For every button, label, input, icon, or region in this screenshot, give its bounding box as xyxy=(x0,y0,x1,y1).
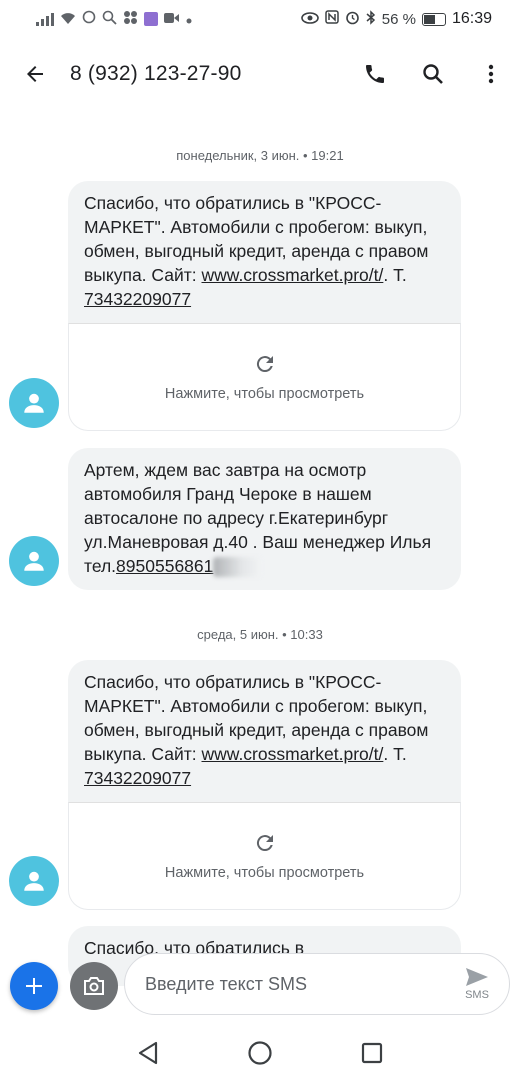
message-bubble[interactable]: Спасибо, что обратились в "КРОСС-МАРКЕТ"… xyxy=(68,181,461,431)
message-text: Спасибо, что обратились в "КРОСС-МАРКЕТ"… xyxy=(68,181,461,323)
apps-notification-icon xyxy=(123,10,138,29)
battery-percent: 56 % xyxy=(381,10,416,28)
more-vert-icon xyxy=(488,64,494,84)
nav-back-button[interactable] xyxy=(131,1036,165,1070)
status-bar: 56 % 16:39 xyxy=(0,0,520,38)
send-label: SMS xyxy=(465,989,489,1001)
add-attachment-button[interactable] xyxy=(10,962,58,1010)
send-sms-button[interactable]: SMS xyxy=(445,954,509,1014)
message-phone-link[interactable]: 8950556861 xyxy=(116,556,213,576)
call-button[interactable] xyxy=(346,38,404,110)
refresh-icon xyxy=(256,356,273,373)
navigation-bar xyxy=(0,1025,520,1080)
bluetooth-icon xyxy=(366,9,376,29)
sms-text-input[interactable] xyxy=(145,973,445,995)
redacted-blur xyxy=(213,557,262,578)
camera-icon xyxy=(84,977,104,995)
nav-recents-button[interactable] xyxy=(355,1036,389,1070)
clock: 16:39 xyxy=(451,10,492,27)
compose-box: SMS xyxy=(124,953,510,1015)
app-notification-icon xyxy=(144,12,158,26)
person-icon xyxy=(24,871,44,891)
phone-icon xyxy=(366,65,384,83)
wifi-icon xyxy=(60,11,76,27)
status-bar-left xyxy=(36,10,192,29)
eye-icon xyxy=(300,11,319,28)
search-notification-icon xyxy=(102,10,117,29)
date-stamp: среда, 5 июн. • 10:33 xyxy=(197,627,323,642)
message-phone-link[interactable]: 73432209077 xyxy=(84,289,191,309)
preview-label: Нажмите, чтобы просмотреть xyxy=(164,386,365,402)
message-text: Артем, ждем вас завтра на осмотр автомоб… xyxy=(68,448,461,590)
refresh-icon xyxy=(256,835,273,852)
message-phone-link[interactable]: 73432209077 xyxy=(84,768,191,788)
message-body-mid: . Т. xyxy=(383,265,407,285)
back-button[interactable] xyxy=(0,38,70,110)
avatar[interactable] xyxy=(9,536,59,586)
message-link[interactable]: www.crossmarket.pro/t/ xyxy=(202,744,384,764)
send-icon xyxy=(466,968,488,986)
alarm-icon xyxy=(345,10,360,29)
search-button[interactable] xyxy=(404,38,462,110)
avatar[interactable] xyxy=(9,378,59,428)
square-recents-icon xyxy=(361,1042,383,1063)
circle-home-icon xyxy=(248,1040,272,1065)
link-preview[interactable]: Нажмите, чтобы просмотреть xyxy=(68,323,461,431)
link-preview[interactable]: Нажмите, чтобы просмотреть xyxy=(68,802,461,910)
circle-icon xyxy=(82,10,96,28)
dot-icon xyxy=(186,11,192,28)
status-bar-right: 56 % 16:39 xyxy=(300,9,492,29)
battery-icon xyxy=(421,12,446,26)
person-icon xyxy=(24,393,44,413)
message-bubble[interactable]: Артем, ждем вас завтра на осмотр автомоб… xyxy=(68,448,461,590)
avatar[interactable] xyxy=(9,856,59,906)
preview-label: Нажмите, чтобы просмотреть xyxy=(164,865,365,881)
message-body-mid: . Т. xyxy=(383,744,407,764)
conversation-title: 8 (932) 123-27-90 xyxy=(70,62,242,85)
message-text: Спасибо, что обратились в "КРОСС-МАРКЕТ"… xyxy=(68,660,461,802)
more-options-button[interactable] xyxy=(462,38,520,110)
message-bubble[interactable]: Спасибо, что обратились в "КРОСС-МАРКЕТ"… xyxy=(68,660,461,910)
video-notification-icon xyxy=(164,11,180,28)
date-stamp: понедельник, 3 июн. • 19:21 xyxy=(176,148,344,163)
nfc-icon xyxy=(325,10,339,28)
plus-icon xyxy=(26,978,42,994)
person-icon xyxy=(24,551,44,571)
app-bar: 8 (932) 123-27-90 xyxy=(0,38,520,110)
triangle-back-icon xyxy=(138,1041,158,1064)
message-link[interactable]: www.crossmarket.pro/t/ xyxy=(202,265,384,285)
camera-button[interactable] xyxy=(70,962,118,1010)
arrow-back-icon xyxy=(27,66,43,82)
signal-icon xyxy=(36,12,54,26)
nav-home-button[interactable] xyxy=(243,1036,277,1070)
search-icon xyxy=(423,64,443,84)
